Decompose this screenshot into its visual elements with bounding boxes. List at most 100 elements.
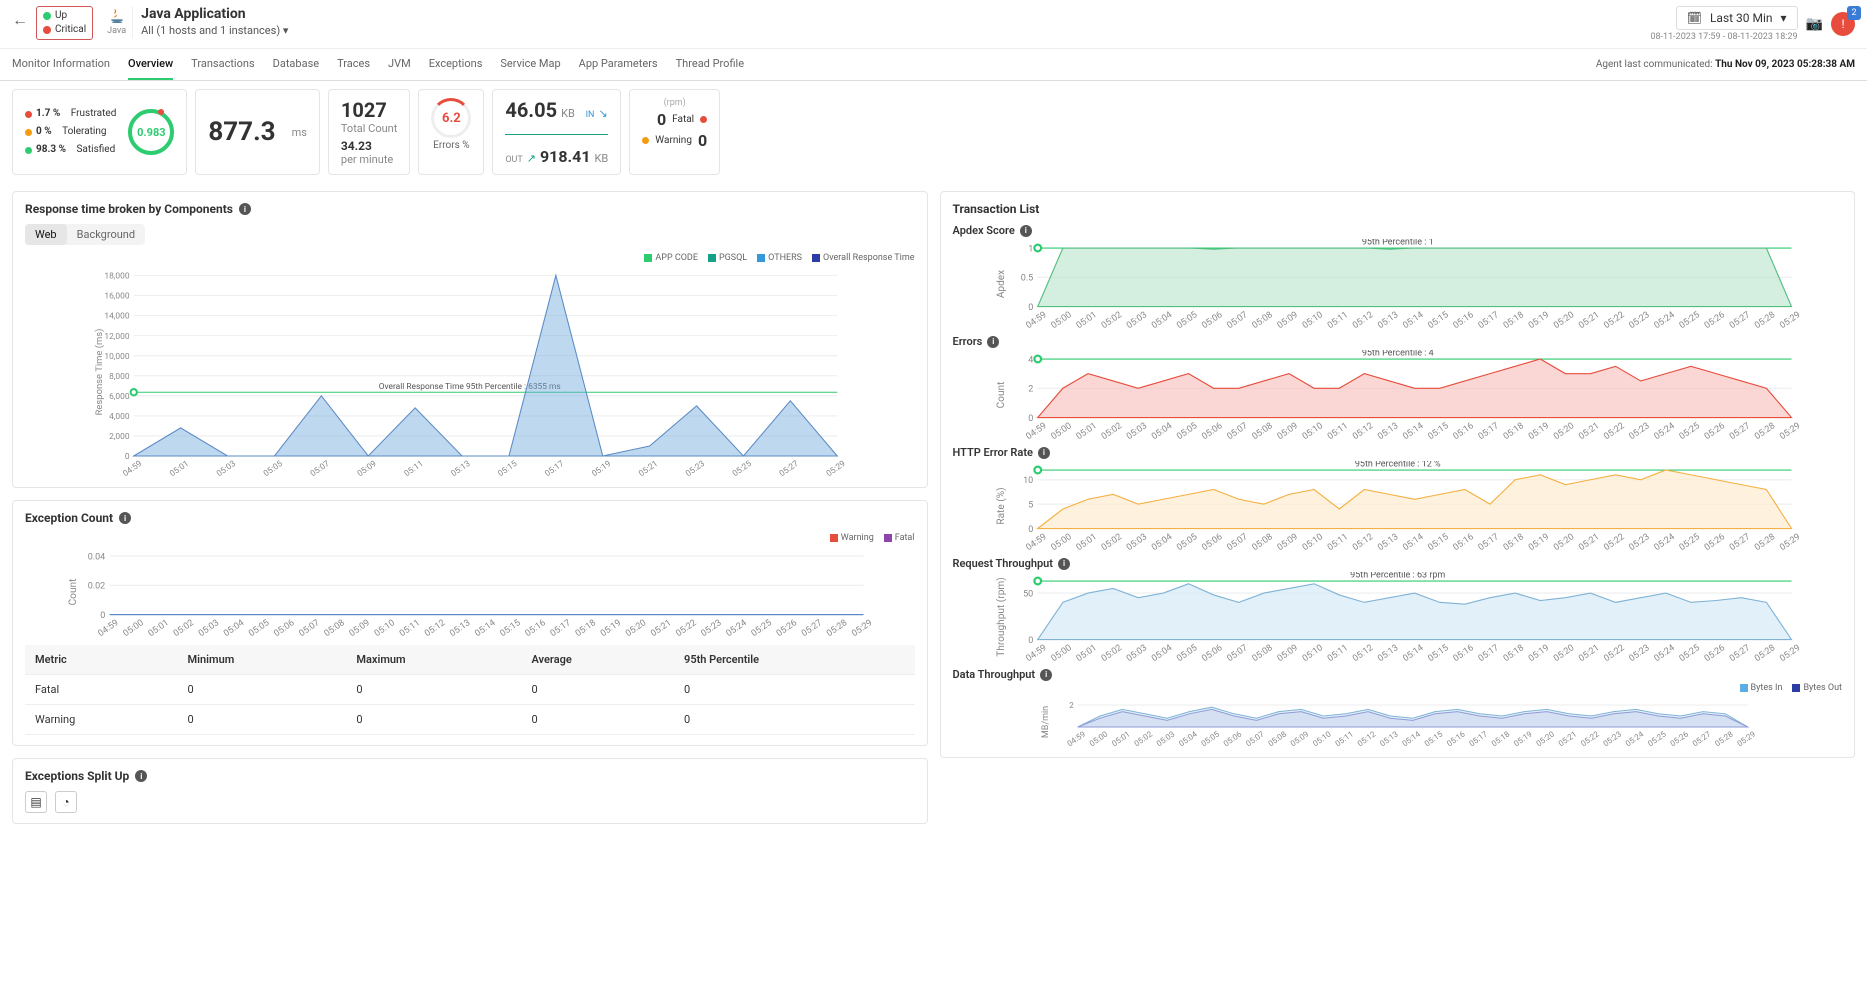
arrow-in-icon: ↘ bbox=[598, 107, 607, 120]
svg-text:Count: Count bbox=[68, 579, 79, 606]
svg-text:14,000: 14,000 bbox=[104, 312, 129, 322]
chart-http-error[interactable]: 051095th Percentile : 12 %04:5905:0005:0… bbox=[953, 461, 1843, 551]
info-icon[interactable]: i bbox=[987, 336, 999, 348]
svg-text:05:03: 05:03 bbox=[1125, 421, 1149, 440]
view-bar-icon[interactable]: ▤ bbox=[25, 791, 47, 813]
svg-text:05:27: 05:27 bbox=[1690, 729, 1712, 747]
svg-text:05:18: 05:18 bbox=[1501, 532, 1525, 551]
panel-transaction-list: Transaction List Apdex Scorei 00.5195th … bbox=[940, 191, 1856, 758]
svg-text:0: 0 bbox=[100, 611, 105, 621]
svg-text:Apdex: Apdex bbox=[996, 270, 1007, 298]
svg-text:05:29: 05:29 bbox=[1778, 643, 1802, 662]
svg-text:05:00: 05:00 bbox=[122, 618, 146, 637]
svg-text:05:16: 05:16 bbox=[1451, 310, 1475, 329]
svg-text:05:00: 05:00 bbox=[1049, 532, 1073, 551]
time-picker[interactable]: 🗓 Last 30 Min ▾ bbox=[1676, 6, 1798, 30]
info-icon[interactable]: i bbox=[135, 770, 147, 782]
svg-text:05:04: 05:04 bbox=[1150, 310, 1174, 329]
svg-text:05:10: 05:10 bbox=[1300, 643, 1324, 662]
svg-text:05:06: 05:06 bbox=[1200, 532, 1224, 551]
svg-text:05:06: 05:06 bbox=[1200, 421, 1224, 440]
tab-jvm[interactable]: JVM bbox=[388, 49, 411, 80]
svg-text:05:01: 05:01 bbox=[147, 618, 171, 637]
svg-text:05:01: 05:01 bbox=[1074, 310, 1098, 329]
snapshot-button[interactable]: 📷 bbox=[1806, 16, 1823, 32]
kpi-response-time: 877.3ms bbox=[195, 89, 320, 175]
tab-overview[interactable]: Overview bbox=[128, 49, 173, 80]
svg-text:05:23: 05:23 bbox=[1627, 532, 1651, 551]
svg-text:05:06: 05:06 bbox=[1221, 729, 1243, 747]
svg-text:05:08: 05:08 bbox=[323, 618, 347, 637]
chart-apdex[interactable]: 00.5195th Percentile : 104:5905:0005:010… bbox=[953, 239, 1843, 329]
svg-text:05:13: 05:13 bbox=[1376, 643, 1400, 662]
svg-text:05:16: 05:16 bbox=[1451, 421, 1475, 440]
svg-text:05:20: 05:20 bbox=[1534, 729, 1556, 747]
svg-text:05:25: 05:25 bbox=[750, 618, 774, 637]
svg-text:05:01: 05:01 bbox=[1074, 532, 1098, 551]
svg-text:05:22: 05:22 bbox=[1602, 421, 1626, 440]
svg-text:05:17: 05:17 bbox=[1476, 421, 1500, 440]
table-row: Fatal0000 bbox=[25, 675, 915, 705]
svg-text:05:21: 05:21 bbox=[1577, 532, 1601, 551]
svg-text:04:59: 04:59 bbox=[97, 618, 121, 637]
svg-text:05:10: 05:10 bbox=[1300, 421, 1324, 440]
tab-service-map[interactable]: Service Map bbox=[500, 49, 560, 80]
back-button[interactable]: ← bbox=[12, 6, 28, 30]
chart-exception-count[interactable]: 00.020.0404:5905:0005:0105:0205:0305:040… bbox=[25, 547, 915, 637]
info-icon[interactable]: i bbox=[1058, 558, 1070, 570]
chart-errors[interactable]: 02495th Percentile : 404:5905:0005:0105:… bbox=[953, 350, 1843, 440]
svg-text:6,000: 6,000 bbox=[109, 392, 130, 402]
svg-text:05:01: 05:01 bbox=[1074, 421, 1098, 440]
svg-text:05:21: 05:21 bbox=[637, 459, 660, 477]
info-icon[interactable]: i bbox=[1020, 225, 1032, 237]
app-title: Java Application bbox=[141, 6, 288, 22]
svg-text:Count: Count bbox=[996, 382, 1007, 409]
tab-app-parameters[interactable]: App Parameters bbox=[579, 49, 658, 80]
info-icon[interactable]: i bbox=[1038, 447, 1050, 459]
svg-text:05:09: 05:09 bbox=[356, 459, 379, 477]
svg-text:05:19: 05:19 bbox=[1527, 532, 1551, 551]
svg-text:05:05: 05:05 bbox=[247, 618, 271, 637]
chart-response-time[interactable]: 02,0004,0006,0008,00010,00012,00014,0001… bbox=[25, 267, 915, 477]
svg-text:05:14: 05:14 bbox=[1401, 310, 1425, 329]
svg-text:05:23: 05:23 bbox=[1627, 643, 1651, 662]
chart-request-throughput[interactable]: 05095th Percentile : 63 rpm04:5905:0005:… bbox=[953, 572, 1843, 662]
info-icon[interactable]: i bbox=[1040, 669, 1052, 681]
svg-text:05:13: 05:13 bbox=[448, 618, 472, 637]
svg-text:05:03: 05:03 bbox=[1154, 730, 1175, 747]
svg-text:05:28: 05:28 bbox=[825, 618, 849, 637]
tab-thread-profile[interactable]: Thread Profile bbox=[676, 49, 744, 80]
svg-text:05:20: 05:20 bbox=[1552, 643, 1576, 662]
tab-transactions[interactable]: Transactions bbox=[191, 49, 254, 80]
svg-text:05:05: 05:05 bbox=[1175, 310, 1199, 329]
svg-text:05:22: 05:22 bbox=[1602, 643, 1626, 662]
svg-text:05:05: 05:05 bbox=[1199, 729, 1221, 747]
svg-text:05:21: 05:21 bbox=[1577, 310, 1601, 329]
svg-text:10,000: 10,000 bbox=[104, 352, 129, 362]
tab-traces[interactable]: Traces bbox=[337, 49, 370, 80]
svg-text:05:20: 05:20 bbox=[1552, 421, 1576, 440]
svg-text:05:26: 05:26 bbox=[1702, 643, 1726, 662]
svg-text:05:25: 05:25 bbox=[1677, 532, 1701, 551]
subtab-web[interactable]: Web bbox=[25, 224, 67, 245]
subtab-background[interactable]: Background bbox=[67, 224, 145, 245]
tab-exceptions[interactable]: Exceptions bbox=[429, 49, 483, 80]
svg-text:12,000: 12,000 bbox=[104, 332, 129, 342]
svg-text:05:24: 05:24 bbox=[1623, 729, 1645, 747]
chart-data-throughput[interactable]: 204:5905:0005:0105:0205:0305:0405:0505:0… bbox=[953, 697, 1843, 747]
svg-text:05:18: 05:18 bbox=[1489, 729, 1511, 747]
svg-text:04:59: 04:59 bbox=[1024, 532, 1048, 551]
host-dropdown[interactable]: All (1 hosts and 1 instances) ▾ bbox=[141, 24, 288, 37]
svg-text:05:11: 05:11 bbox=[398, 618, 422, 637]
tab-database[interactable]: Database bbox=[273, 49, 319, 80]
user-avatar[interactable]: ! 2 bbox=[1831, 12, 1855, 36]
tab-monitor-information[interactable]: Monitor Information bbox=[12, 49, 110, 80]
info-icon[interactable]: i bbox=[119, 512, 131, 524]
svg-text:05:22: 05:22 bbox=[1602, 310, 1626, 329]
svg-text:05:11: 05:11 bbox=[1326, 310, 1350, 329]
svg-text:05:07: 05:07 bbox=[309, 459, 332, 477]
calendar-icon: 🗓 bbox=[1687, 11, 1702, 25]
info-icon[interactable]: i bbox=[239, 203, 251, 215]
svg-text:05:11: 05:11 bbox=[1326, 643, 1350, 662]
view-pie-icon[interactable]: ◔ bbox=[55, 791, 77, 813]
